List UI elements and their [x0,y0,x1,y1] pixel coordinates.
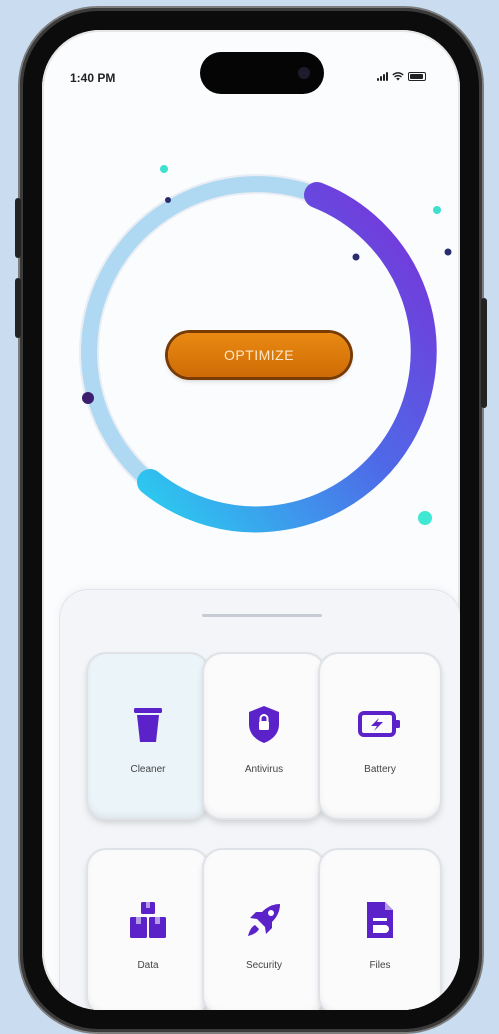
decor-dot [352,253,360,261]
panel-drag-handle[interactable] [202,614,322,617]
app-screenshot: 1:40 PM OPTIMIZE Cleaner Antivirus Batte… [0,0,499,1034]
shield-icon [242,702,286,746]
tool-data[interactable]: Data [88,850,208,1010]
rocket-icon [242,898,286,942]
tool-files[interactable]: Files [320,850,440,1010]
boxes-icon [126,898,170,942]
volume-up-button [15,198,21,258]
phone-screen: 1:40 PM OPTIMIZE Cleaner Antivirus Batte… [42,30,460,1010]
decor-dot [418,511,432,525]
tool-cleaner[interactable]: Cleaner [88,654,208,818]
file-icon [358,898,402,942]
tools-panel: Cleaner Antivirus Battery Data Security … [60,590,460,1010]
power-button [481,298,487,408]
trash-icon [126,702,170,746]
decor-dot [165,197,171,203]
tool-security[interactable]: Security [204,850,324,1010]
tool-label: Battery [364,764,396,775]
decor-dot [444,248,452,256]
tool-label: Data [137,960,159,971]
decor-dot [82,392,94,404]
optimizer-ring [79,165,452,533]
tool-antivirus[interactable]: Antivirus [204,654,324,818]
battery-icon [358,702,402,746]
decor-dot [160,165,168,173]
phone-frame: 1:40 PM OPTIMIZE Cleaner Antivirus Batte… [15,8,487,1032]
tool-label: Security [245,960,283,971]
volume-down-button [15,278,21,338]
tool-battery[interactable]: Battery [320,654,440,818]
decor-dot [433,206,441,214]
tool-label: Antivirus [244,764,284,775]
optimize-button[interactable]: OPTIMIZE [168,333,350,377]
tool-label: Cleaner [130,764,166,775]
tool-label: Files [369,960,391,971]
